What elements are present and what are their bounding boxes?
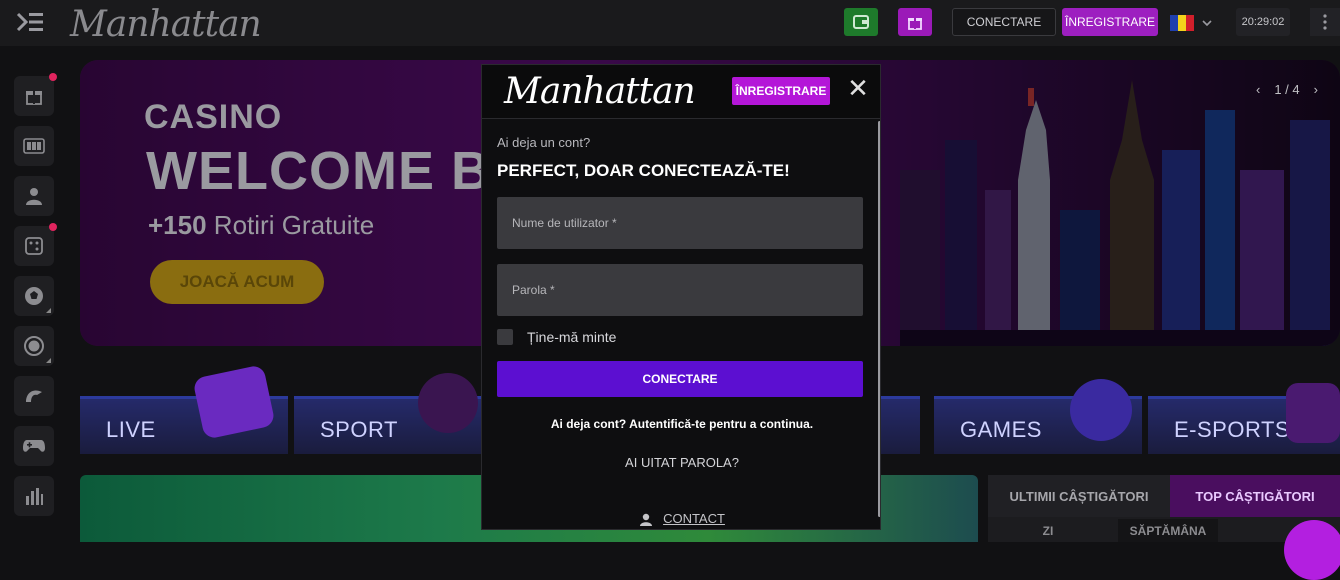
modal-register-button[interactable]: ÎNREGISTRARE [732,77,830,105]
sidebar [0,46,68,542]
category-live[interactable]: LIVE [80,364,288,454]
gift-button[interactable] [898,8,932,36]
tab-top-winners[interactable]: TOP CÂȘTIGĂTORI [1170,475,1340,517]
category-casino-edge[interactable] [880,396,920,454]
romania-flag-icon [1170,15,1194,31]
category-label: GAMES [960,417,1042,442]
modal-login-button[interactable]: CONECTARE [497,361,863,397]
play-now-button[interactable]: JOACĂ ACUM [150,260,324,304]
stats-icon [26,488,43,505]
live-camera-icon [192,364,276,440]
wallet-button[interactable] [844,8,878,36]
live-bet-icon [24,336,44,356]
modal-scrollbar[interactable] [878,121,880,517]
modal-header: Manhattan ÎNREGISTRARE ✕ [482,65,880,119]
wallet-icon [853,15,869,29]
dice-icon [25,237,43,255]
modal-brand-logo: Manhattan [504,71,696,112]
banner-headline: WELCOME B [146,141,491,201]
winners-panel: ULTIMII CÂȘTIGĂTORI TOP CÂȘTIGĂTORI ZI S… [988,475,1340,542]
brand-logo[interactable]: Manhattan [70,4,262,45]
banner-pager: ‹ 1 / 4 › [1256,82,1318,97]
category-esports[interactable]: E-SPORTS [1148,383,1340,454]
category-label: SPORT [320,417,398,442]
more-dots-icon [1323,14,1327,30]
language-selector[interactable] [1170,10,1226,36]
gift-icon [908,18,922,30]
filter-week[interactable]: SĂPTĂMÂNA [1118,519,1218,542]
menu-toggle-icon[interactable] [16,12,44,32]
sidebar-item-live-bets[interactable] [14,326,54,366]
sidebar-item-virtual-sports[interactable] [14,376,54,416]
clock: 20:29:02 [1236,8,1290,36]
remember-me[interactable]: Ține-mă minte [497,329,616,345]
live-dealer-icon [26,188,42,205]
category-label: E-SPORTS [1174,417,1291,442]
sidebar-item-promotions[interactable] [14,73,57,116]
filter-day[interactable]: ZI [1028,519,1068,542]
sidebar-item-esports[interactable] [14,426,54,466]
remember-me-checkbox[interactable] [497,329,513,345]
support-agent-icon [640,513,653,526]
slots-icon [23,138,45,154]
password-input[interactable] [497,264,863,316]
contact-label: CONTACT [663,511,725,526]
notification-dot [49,73,57,81]
notification-dot [49,223,57,231]
banner-line-casino: CASINO [144,98,283,136]
gamepad-icon [23,440,45,452]
sidebar-item-sport[interactable] [14,276,54,316]
modal-note: Ai deja cont? Autentifică-te pentru a co… [550,417,814,431]
category-sport[interactable]: SPORT [294,373,502,454]
lottery-balls-icon [1070,379,1132,441]
banner-page-indicator: 1 / 4 [1274,82,1300,97]
chat-button[interactable] [1284,520,1340,580]
sidebar-item-statistics[interactable] [14,476,54,516]
chevron-down-icon [1202,20,1212,26]
sidebar-item-slots[interactable] [14,126,54,166]
top-bar: Manhattan CONECTARE ÎNREGISTRARE 20:29:0… [0,0,1340,46]
sidebar-item-live-casino[interactable] [14,176,54,216]
sidebar-item-games[interactable] [14,223,57,266]
forgot-password-link[interactable]: AI UITAT PAROLA? [482,455,880,470]
sport-balls-icon [418,373,478,433]
username-input[interactable] [497,197,863,249]
esports-controller-icon [1286,383,1340,443]
tab-latest-winners[interactable]: ULTIMII CÂȘTIGĂTORI [988,475,1170,517]
virtual-sports-icon [26,390,42,402]
modal-title: PERFECT, DOAR CONECTEAZĂ-TE! [497,161,790,180]
chevron-right-icon[interactable]: › [1314,82,1318,97]
contact-link[interactable]: CONTACT [482,511,880,526]
banner-free-spins: +150 Rotiri Gratuite [148,210,375,240]
gift-icon [26,91,42,105]
category-games[interactable]: GAMES [934,379,1142,454]
close-icon[interactable]: ✕ [846,75,870,101]
chevron-left-icon[interactable]: ‹ [1256,82,1260,97]
register-button[interactable]: ÎNREGISTRARE [1062,8,1158,36]
category-label: LIVE [106,417,156,442]
football-icon [25,287,43,305]
login-button[interactable]: CONECTARE [952,8,1056,36]
more-menu-button[interactable] [1310,8,1340,36]
remember-me-label: Ține-mă minte [527,329,617,345]
login-modal: Manhattan ÎNREGISTRARE ✕ Ai deja un cont… [481,64,881,530]
modal-subtitle: Ai deja un cont? [497,135,591,150]
